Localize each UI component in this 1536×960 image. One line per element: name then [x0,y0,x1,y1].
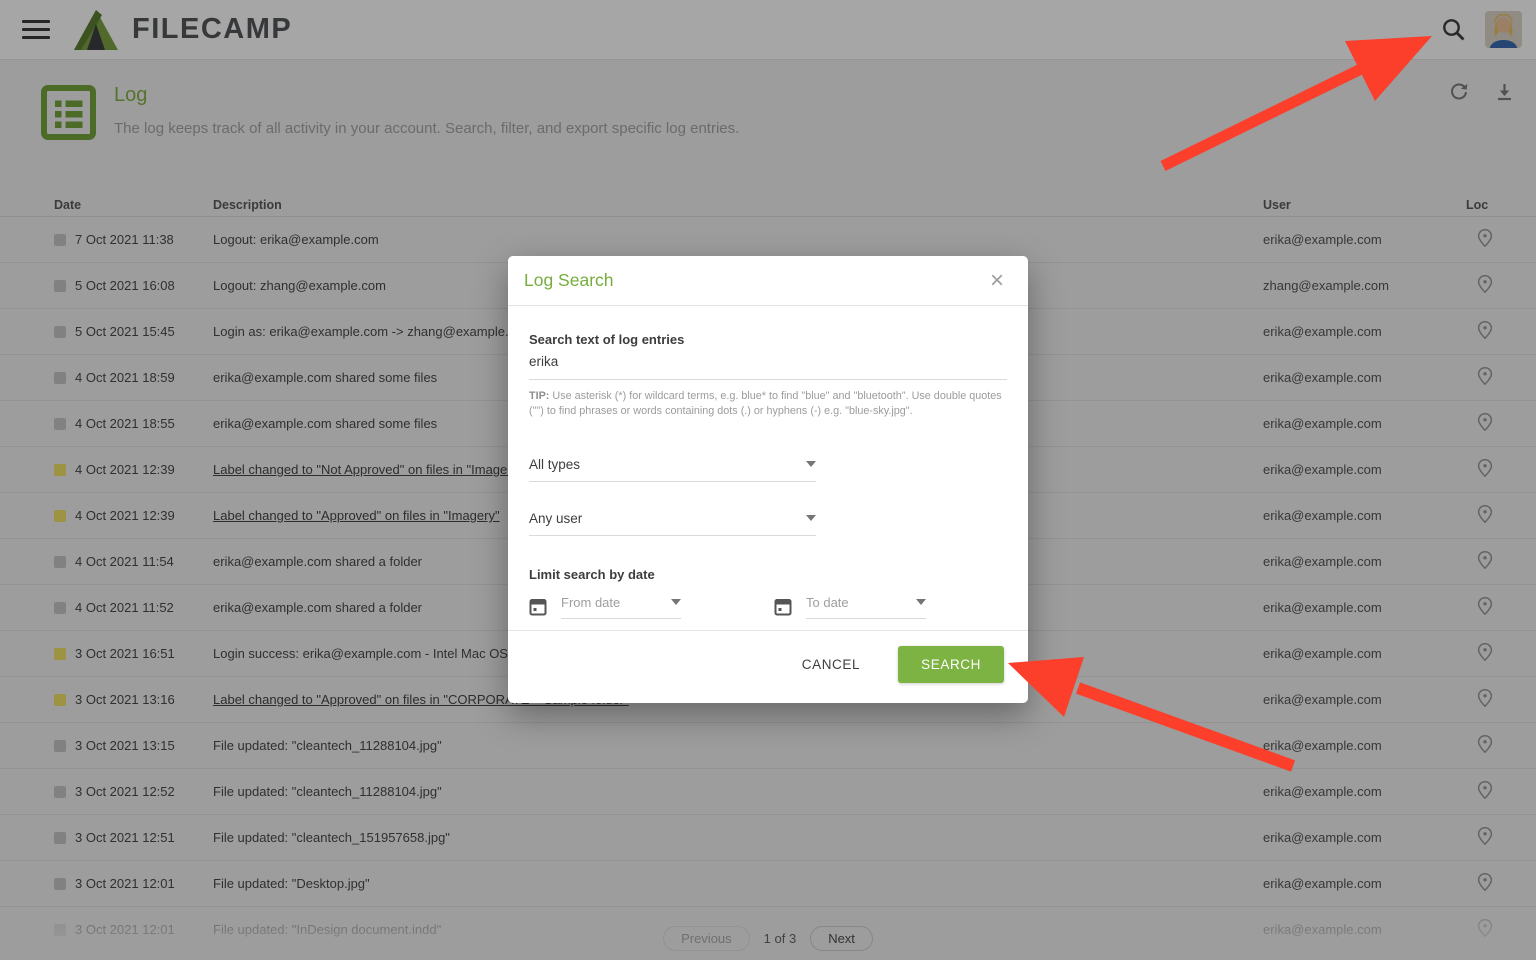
date-filter-row: From date To date [529,595,1007,619]
user-select-value: Any user [529,511,582,526]
to-date-select[interactable]: To date [806,595,926,619]
modal-title: Log Search [524,270,614,291]
close-icon[interactable]: × [982,267,1012,295]
tip-text: Use asterisk (*) for wildcard terms, e.g… [529,390,1002,417]
to-date-placeholder: To date [806,595,849,610]
calendar-icon [529,597,547,616]
log-search-input[interactable] [529,347,1007,380]
search-text-label: Search text of log entries [529,332,1007,347]
tip-prefix: TIP: [529,390,549,402]
to-date-group: To date [774,595,926,619]
user-select[interactable]: Any user [529,511,816,536]
type-select-value: All types [529,457,580,472]
type-select[interactable]: All types [529,457,816,482]
modal-footer: CANCEL SEARCH [508,630,1028,703]
search-button[interactable]: SEARCH [898,646,1004,683]
calendar-icon [774,597,792,616]
from-date-group: From date [529,595,681,619]
chevron-down-icon [806,515,816,521]
modal-body: Search text of log entries TIP: Use aste… [508,306,1028,630]
chevron-down-icon [806,461,816,467]
limit-date-label: Limit search by date [529,567,1007,582]
cancel-button[interactable]: CANCEL [788,647,874,682]
from-date-select[interactable]: From date [561,595,681,619]
chevron-down-icon [671,599,681,605]
chevron-down-icon [916,599,926,605]
from-date-placeholder: From date [561,595,620,610]
log-search-modal: Log Search × Search text of log entries … [508,256,1028,703]
modal-header: Log Search × [508,256,1028,306]
search-tip: TIP: Use asterisk (*) for wildcard terms… [529,389,1007,420]
